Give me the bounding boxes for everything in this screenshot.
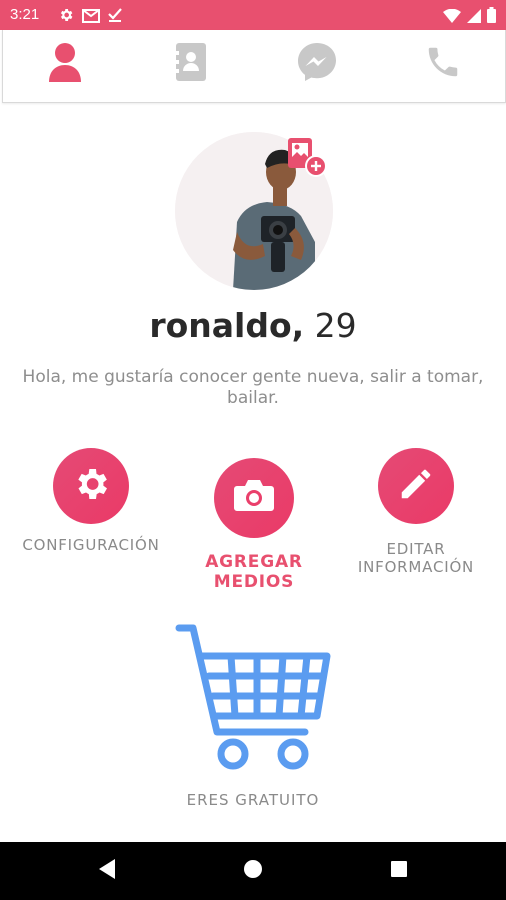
gmail-icon <box>82 8 100 27</box>
android-nav-bar <box>0 842 506 900</box>
edit-info-button[interactable]: EDITAR INFORMACIÓN <box>336 448 496 576</box>
tab-profile[interactable] <box>43 42 87 86</box>
profile-username: ronaldo, <box>149 306 305 345</box>
edit-info-label-line1: EDITAR <box>386 540 446 558</box>
home-icon <box>243 859 263 883</box>
add-media-circle <box>214 458 294 538</box>
contact-card-icon <box>176 43 206 85</box>
download-done-icon <box>108 7 122 27</box>
signal-icon <box>467 8 481 27</box>
add-photo-button[interactable] <box>286 136 332 182</box>
profile-avatar-area <box>175 132 333 290</box>
wifi-icon <box>443 8 461 27</box>
profile-bio: Hola, me gustaría conocer gente nueva, s… <box>22 367 484 408</box>
tab-messenger[interactable] <box>295 42 339 86</box>
battery-icon <box>487 7 496 27</box>
back-icon <box>97 858 117 884</box>
subscription-label: ERES GRATUITO <box>186 791 320 809</box>
phone-icon <box>424 43 462 85</box>
add-media-label-line2: MEDIOS <box>213 572 295 592</box>
recents-icon <box>390 860 408 882</box>
profile-name: ronaldo, 29 <box>0 306 506 345</box>
status-bar: 3:21 <box>0 0 506 30</box>
status-time: 3:21 <box>10 6 40 23</box>
add-media-label-line1: AGREGAR <box>205 552 303 572</box>
edit-info-label-line2: INFORMACIÓN <box>357 558 475 576</box>
settings-button[interactable]: CONFIGURACIÓN <box>8 448 174 554</box>
back-button[interactable] <box>92 856 122 886</box>
profile-age: 29 <box>314 306 357 345</box>
pencil-icon <box>397 465 435 507</box>
gear-icon <box>71 464 111 508</box>
person-icon <box>48 42 82 86</box>
settings-circle <box>53 448 129 524</box>
messenger-icon <box>297 42 337 86</box>
home-button[interactable] <box>238 856 268 886</box>
tab-contacts[interactable] <box>169 42 213 86</box>
top-nav <box>2 30 506 103</box>
camera-icon <box>233 478 275 518</box>
shopping-cart-icon <box>175 624 333 778</box>
recents-button[interactable] <box>384 856 414 886</box>
subscription-button[interactable] <box>175 622 333 774</box>
settings-label: CONFIGURACIÓN <box>22 536 160 554</box>
settings-icon <box>58 7 74 27</box>
edit-info-circle <box>378 448 454 524</box>
tab-calls[interactable] <box>421 42 465 86</box>
add-media-button[interactable]: AGREGAR MEDIOS <box>174 458 334 592</box>
